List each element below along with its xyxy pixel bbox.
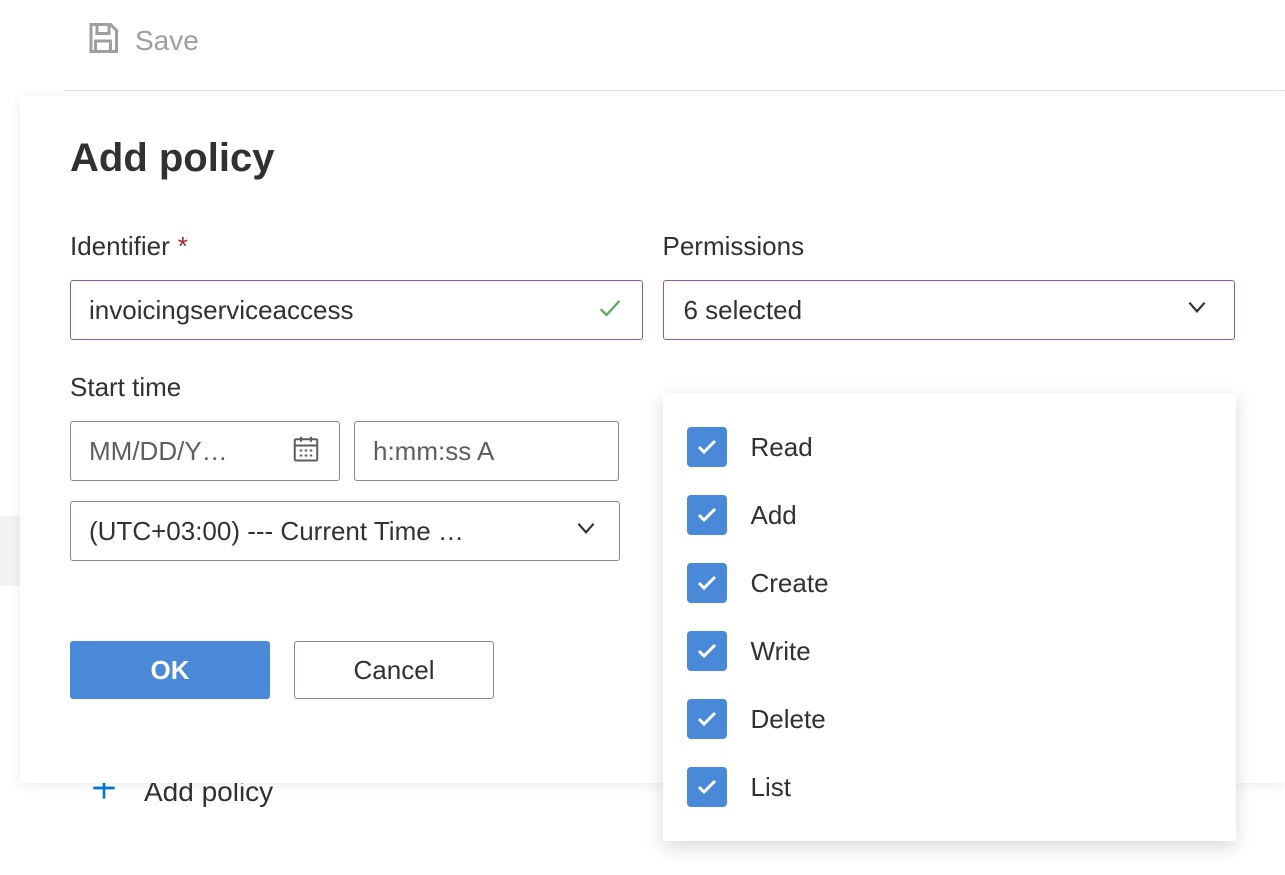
date-placeholder: MM/DD/Y… bbox=[89, 436, 228, 467]
checkbox-checked-icon bbox=[687, 631, 727, 671]
permission-label: Add bbox=[751, 500, 797, 531]
start-time-label-text: Start time bbox=[70, 372, 181, 403]
permission-option-create[interactable]: Create bbox=[663, 549, 1237, 617]
permission-label: Write bbox=[751, 636, 811, 667]
form-row: Identifier * Start time MM/DD/Y… bbox=[70, 231, 1235, 699]
required-asterisk: * bbox=[178, 231, 188, 262]
permission-label: Delete bbox=[751, 704, 826, 735]
checkbox-checked-icon bbox=[687, 427, 727, 467]
date-input[interactable]: MM/DD/Y… bbox=[70, 421, 340, 481]
time-placeholder: h:mm:ss A bbox=[373, 436, 494, 467]
permission-option-list[interactable]: List bbox=[663, 753, 1237, 821]
checkbox-checked-icon bbox=[687, 699, 727, 739]
add-policy-panel: Add policy Identifier * Start time MM/DD… bbox=[20, 96, 1285, 783]
checkbox-checked-icon bbox=[687, 767, 727, 807]
identifier-input-wrap[interactable] bbox=[70, 280, 643, 340]
background-strip bbox=[0, 516, 20, 586]
identifier-label: Identifier * bbox=[70, 231, 643, 262]
checkmark-icon bbox=[596, 294, 624, 327]
toolbar: Save bbox=[0, 0, 1285, 81]
permission-label: Create bbox=[751, 568, 829, 599]
permission-label: List bbox=[751, 772, 791, 803]
toolbar-divider bbox=[65, 90, 1285, 91]
button-row: OK Cancel bbox=[70, 641, 643, 699]
permissions-select[interactable]: 6 selected bbox=[663, 280, 1236, 340]
start-time-label: Start time bbox=[70, 372, 643, 403]
permission-label: Read bbox=[751, 432, 813, 463]
datetime-row: MM/DD/Y… h:mm:ss A bbox=[70, 421, 643, 481]
checkbox-checked-icon bbox=[687, 563, 727, 603]
checkbox-checked-icon bbox=[687, 495, 727, 535]
identifier-input[interactable] bbox=[89, 295, 596, 326]
permissions-summary: 6 selected bbox=[684, 295, 803, 326]
permission-option-read[interactable]: Read bbox=[663, 413, 1237, 481]
permissions-column: Permissions 6 selected Read bbox=[663, 231, 1236, 699]
save-icon bbox=[85, 20, 121, 61]
chevron-down-icon bbox=[1184, 294, 1210, 327]
save-button[interactable]: Save bbox=[135, 25, 199, 57]
permission-option-add[interactable]: Add bbox=[663, 481, 1237, 549]
timezone-select[interactable]: (UTC+03:00) --- Current Time … bbox=[70, 501, 620, 561]
time-input[interactable]: h:mm:ss A bbox=[354, 421, 619, 481]
timezone-value: (UTC+03:00) --- Current Time … bbox=[89, 516, 464, 547]
permissions-label: Permissions bbox=[663, 231, 1236, 262]
permission-option-delete[interactable]: Delete bbox=[663, 685, 1237, 753]
identifier-label-text: Identifier bbox=[70, 231, 170, 262]
ok-button[interactable]: OK bbox=[70, 641, 270, 699]
calendar-icon bbox=[291, 433, 321, 470]
permissions-dropdown: Read Add Create bbox=[663, 393, 1237, 841]
permission-option-write[interactable]: Write bbox=[663, 617, 1237, 685]
permissions-label-text: Permissions bbox=[663, 231, 805, 262]
cancel-button[interactable]: Cancel bbox=[294, 641, 494, 699]
identifier-column: Identifier * Start time MM/DD/Y… bbox=[70, 231, 643, 699]
panel-title: Add policy bbox=[70, 136, 1235, 181]
chevron-down-icon bbox=[573, 515, 599, 548]
